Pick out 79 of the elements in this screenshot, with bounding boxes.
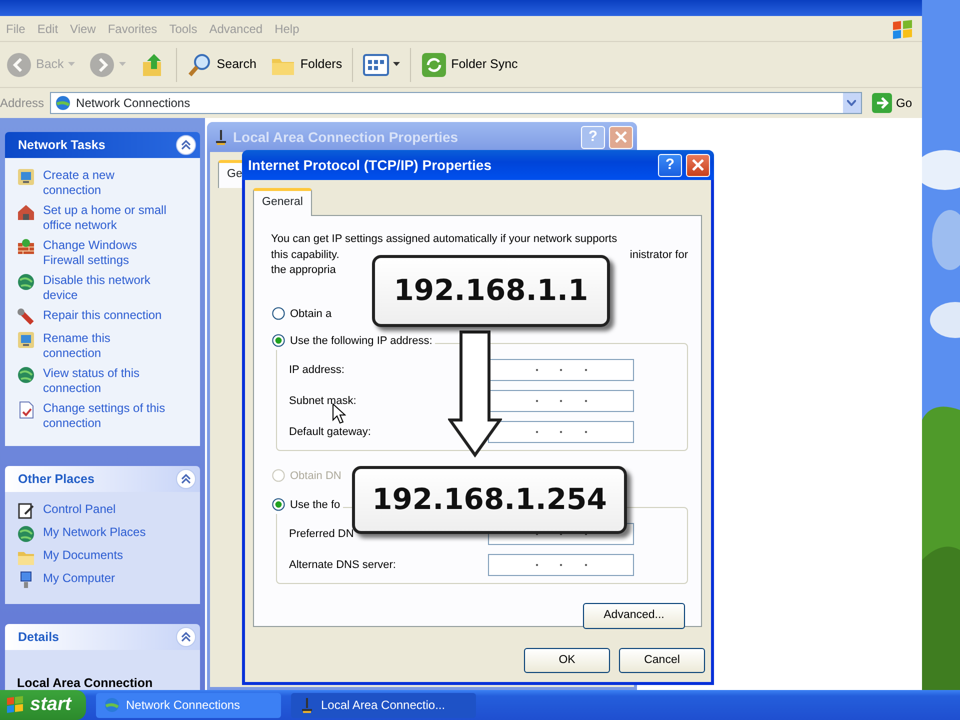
field-label: Default gateway:: [289, 424, 371, 440]
document-icon: [17, 401, 35, 419]
task-link[interactable]: My Computer: [17, 571, 167, 589]
chevron-icon: [181, 474, 191, 484]
advanced-button[interactable]: Advanced...: [583, 602, 685, 629]
flag-icon: [6, 696, 24, 714]
callout: 192.168.1.254: [352, 466, 627, 534]
help-button[interactable]: ?: [658, 154, 682, 176]
close-icon: [615, 131, 627, 143]
tab[interactable]: General: [253, 188, 312, 216]
task-link[interactable]: Change Windows Firewall settings: [17, 238, 167, 268]
folders-button[interactable]: Folders: [266, 50, 346, 80]
pane-title: Network Tasks: [18, 136, 106, 154]
ip-address-field[interactable]: [488, 420, 634, 443]
dialog-button[interactable]: OK: [524, 648, 610, 674]
intro-text: the appropria: [271, 263, 336, 278]
collapse-button[interactable]: [176, 135, 196, 155]
folder-sync-button[interactable]: Folder Sync: [417, 50, 522, 80]
brick-wall-icon: [17, 238, 35, 256]
task-link[interactable]: Control Panel: [17, 502, 167, 520]
task-link[interactable]: Repair this connection: [17, 308, 167, 326]
cursor-icon: [332, 403, 346, 424]
ip-address-field[interactable]: [488, 358, 634, 381]
house-icon: [17, 203, 35, 221]
intro-text: inistrator for: [630, 248, 688, 263]
chevron-icon: [181, 632, 191, 642]
radio-option[interactable]: Use the fo: [272, 496, 344, 514]
radio-option[interactable]: Obtain a: [272, 304, 335, 323]
ip-address-field[interactable]: [488, 390, 634, 412]
collapse-button[interactable]: [176, 469, 196, 489]
radio-option[interactable]: Use the following IP address:: [272, 332, 436, 350]
task-link[interactable]: Change settings of this connection: [17, 401, 167, 431]
globe-icon: [17, 366, 35, 384]
field-label: Subnet mask:: [289, 394, 356, 408]
collapse-button[interactable]: [176, 627, 196, 647]
task-link[interactable]: My Documents: [17, 548, 167, 566]
dialog-button[interactable]: Cancel: [619, 648, 705, 674]
control-panel-icon: [17, 502, 35, 520]
flag-icon: [890, 18, 914, 40]
search-button[interactable]: Search: [182, 50, 260, 80]
grid-icon: [363, 52, 390, 78]
field-label: IP address:: [289, 362, 344, 378]
pane-title: Other Places: [18, 470, 94, 488]
ip-address-field[interactable]: [488, 554, 634, 576]
taskbar-button[interactable]: Local Area Connectio...: [291, 692, 476, 718]
globe-icon: [17, 273, 35, 291]
taskbar-button[interactable]: Network Connections: [96, 692, 281, 718]
callout: 192.168.1.1: [372, 255, 610, 327]
dropdown-button[interactable]: [842, 93, 861, 113]
globe-icon: [17, 525, 35, 543]
caret-icon: [68, 62, 75, 67]
monitor-icon: [17, 331, 35, 349]
chevron-icon: [181, 140, 191, 150]
intro-text: this capability.: [271, 248, 340, 263]
close-button[interactable]: [686, 154, 710, 176]
sync-icon: [421, 52, 448, 78]
start-button[interactable]: start: [0, 690, 86, 720]
task-link[interactable]: Rename this connection: [17, 331, 167, 361]
field-label: Alternate DNS server:: [289, 558, 396, 572]
caret-icon: [847, 100, 856, 106]
task-link[interactable]: Create a new connection: [17, 168, 167, 198]
pane-title: Details: [18, 628, 59, 646]
field-label: Preferred DN: [289, 526, 354, 542]
window-title: Local Area Connection Properties: [233, 128, 458, 147]
task-link[interactable]: View status of this connection: [17, 366, 167, 396]
task-link[interactable]: Disable this network device: [17, 273, 167, 303]
caret-icon: [118, 62, 126, 67]
close-icon: [692, 159, 704, 171]
wrench-icon: [17, 308, 35, 326]
go-button[interactable]: Go: [868, 93, 916, 113]
details-heading: Local Area Connection: [17, 675, 154, 690]
caret-icon: [393, 62, 400, 67]
task-link[interactable]: My Network Places: [17, 525, 167, 543]
monitor-icon: [17, 168, 35, 186]
address-label: Address: [0, 95, 44, 112]
address-field[interactable]: Network Connections: [50, 92, 862, 114]
task-link[interactable]: Set up a home or small office network: [17, 203, 167, 233]
intro-text: You can get IP settings assigned automatically if your network supports: [271, 232, 618, 248]
search-icon: [186, 52, 213, 78]
